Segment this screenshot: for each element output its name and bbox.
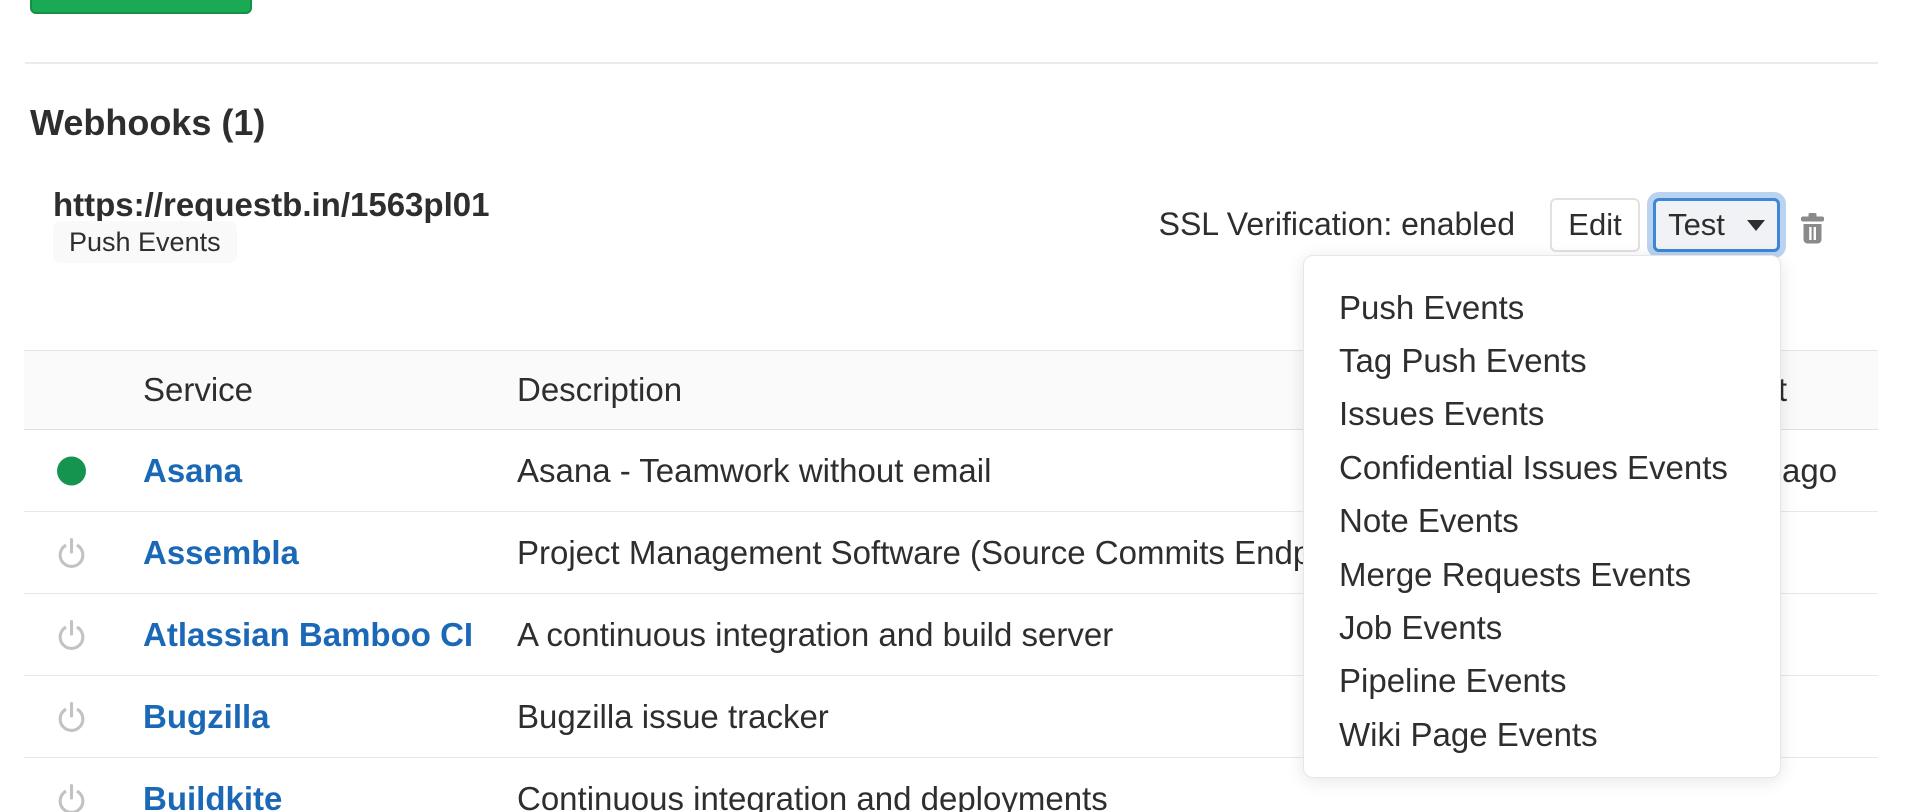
status-icon-cell xyxy=(55,618,87,651)
dropdown-item-job-events[interactable]: Job Events xyxy=(1304,601,1780,654)
service-link-bugzilla[interactable]: Bugzilla xyxy=(143,698,270,736)
dropdown-item-push-events[interactable]: Push Events xyxy=(1304,281,1780,334)
webhooks-section-title: Webhooks (1) xyxy=(30,102,265,144)
service-description: Asana - Teamwork without email xyxy=(517,452,991,490)
power-off-icon xyxy=(56,536,87,569)
service-description: Continuous integration and deployments xyxy=(517,780,1108,812)
dropdown-item-tag-push-events[interactable]: Tag Push Events xyxy=(1304,334,1780,387)
dropdown-item-issues-events[interactable]: Issues Events xyxy=(1304,388,1780,441)
status-icon-cell xyxy=(55,700,87,733)
status-icon-cell xyxy=(55,536,87,569)
dropdown-item-pipeline-events[interactable]: Pipeline Events xyxy=(1304,655,1780,708)
column-header-description: Description xyxy=(517,371,682,409)
ssl-verification-status: SSL Verification: enabled xyxy=(1159,206,1515,243)
service-description: Bugzilla issue tracker xyxy=(517,698,829,736)
service-description: Project Management Software (Source Comm… xyxy=(517,534,1375,572)
webhook-url: https://requestb.in/1563pl01 xyxy=(53,186,489,224)
status-icon-cell xyxy=(55,782,87,812)
power-off-icon xyxy=(56,618,87,651)
dropdown-item-wiki-page-events[interactable]: Wiki Page Events xyxy=(1304,708,1780,761)
push-events-badge: Push Events xyxy=(53,221,237,263)
section-divider xyxy=(25,62,1878,64)
dropdown-item-merge-requests-events[interactable]: Merge Requests Events xyxy=(1304,548,1780,601)
add-webhook-button[interactable] xyxy=(30,0,252,14)
power-off-icon xyxy=(56,700,87,733)
dropdown-item-note-events[interactable]: Note Events xyxy=(1304,495,1780,548)
trash-icon xyxy=(1799,232,1826,247)
chevron-down-icon xyxy=(1747,220,1765,231)
column-header-service: Service xyxy=(143,371,253,409)
test-webhook-button[interactable]: Test xyxy=(1653,198,1780,252)
test-button-label: Test xyxy=(1668,207,1725,243)
active-status-dot-icon xyxy=(57,456,86,485)
dropdown-item-confidential-issues-events[interactable]: Confidential Issues Events xyxy=(1304,441,1780,494)
test-dropdown-menu: Push Events Tag Push Events Issues Event… xyxy=(1303,255,1781,778)
service-link-assembla[interactable]: Assembla xyxy=(143,534,299,572)
power-off-icon xyxy=(56,782,87,812)
edit-webhook-button[interactable]: Edit xyxy=(1550,198,1640,252)
service-link-atlassian-bamboo[interactable]: Atlassian Bamboo CI xyxy=(143,616,473,654)
delete-webhook-button[interactable] xyxy=(1799,213,1826,244)
status-icon-cell xyxy=(55,456,87,485)
last-edit-value: ago xyxy=(1782,452,1837,490)
service-link-asana[interactable]: Asana xyxy=(143,452,242,490)
service-description: A continuous integration and build serve… xyxy=(517,616,1113,654)
service-link-buildkite[interactable]: Buildkite xyxy=(143,780,282,812)
edit-button-label: Edit xyxy=(1568,207,1621,243)
